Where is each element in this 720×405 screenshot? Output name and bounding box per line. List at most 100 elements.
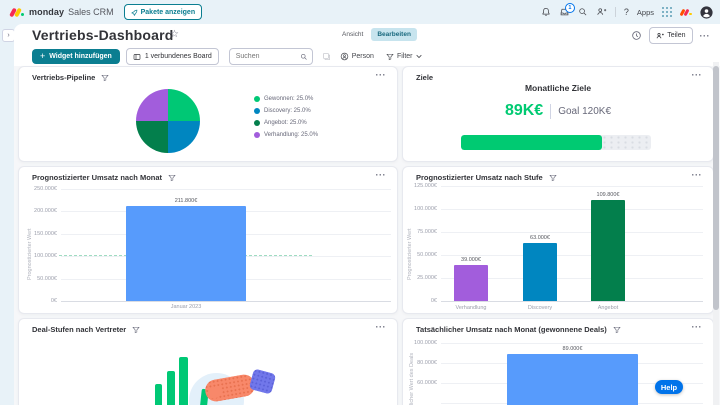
widget-funnel-icon[interactable] (132, 326, 140, 334)
illustration-bar (179, 357, 188, 405)
top-bar: monday Sales CRM Pakete anzeigen 1 ? App… (0, 0, 720, 24)
product-switcher-icon[interactable] (662, 6, 673, 18)
monday-mark-icon (679, 8, 692, 17)
share-person-icon (656, 32, 664, 38)
widget-funnel-icon[interactable] (101, 74, 109, 82)
filter-label: Filter (396, 53, 413, 60)
widget-deal-stages-title: Deal-Stufen nach Vertreter (32, 325, 127, 334)
widget-funnel-icon[interactable] (613, 326, 621, 334)
pipeline-pie-chart (136, 89, 200, 153)
y-tick: 25.000€ (417, 275, 437, 281)
invite-members-icon[interactable] (596, 7, 607, 17)
widget-deal-stages: Deal-Stufen nach Vertreter ··· (18, 318, 398, 405)
bar-value-label: 211.800€ (174, 198, 198, 204)
widget-goals-title: Ziele (416, 73, 434, 82)
widget-funnel-icon[interactable] (168, 174, 176, 182)
connected-board-button[interactable]: 1 verbundenes Board (125, 48, 219, 65)
y-tick: 200.000€ (34, 208, 57, 214)
view-mode-tabs: Ansicht Bearbeiten (336, 28, 417, 41)
widget-goals-menu[interactable]: ··· (692, 70, 703, 80)
tab-bearbeiten[interactable]: Bearbeiten (371, 28, 417, 41)
user-avatar[interactable] (700, 5, 713, 19)
header-more-menu[interactable]: ··· (700, 31, 711, 41)
person-icon (340, 52, 348, 61)
dashboard-toolbar: + Widget hinzufügen 1 verbundenes Board … (32, 48, 425, 65)
widget-actual-month-menu[interactable]: ··· (692, 322, 703, 332)
goal-target-value: Goal 120K€ (558, 105, 612, 117)
share-button-label: Teilen (667, 32, 686, 39)
tab-ansicht[interactable]: Ansicht (336, 28, 369, 41)
goal-separator (550, 103, 552, 119)
widget-forecast-month: Prognostizierter Umsatz nach Monat ··· P… (18, 166, 398, 314)
widget-funnel-icon[interactable] (549, 174, 557, 182)
apps-menu[interactable]: Apps (637, 8, 654, 17)
x-axis-label: Januar 2023 (170, 304, 202, 310)
y-tick: 125.000€ (414, 183, 437, 189)
y-tick: 100.000€ (34, 253, 57, 259)
y-tick: 60.000€ (417, 380, 437, 386)
y-tick: 100.000€ (414, 206, 437, 212)
plus-icon: + (40, 51, 46, 61)
goal-current-value: 89K€ (504, 102, 544, 119)
rocket-icon (130, 9, 137, 16)
header-actions: Teilen ··· (631, 27, 710, 44)
add-widget-label: Widget hinzufügen (49, 53, 112, 60)
bar-discovery (523, 243, 557, 301)
y-tick: 100.000€ (414, 340, 437, 346)
legend-item: Verhandlung: 25.0% (254, 132, 318, 138)
bar-angebot (591, 200, 625, 301)
y-axis-label: Prognostizierter Wert (407, 228, 413, 280)
legend-item: Discovery: 25.0% (254, 108, 318, 114)
illustration-bar (167, 371, 175, 405)
add-widget-button[interactable]: + Widget hinzufügen (32, 49, 120, 64)
activity-clock-icon[interactable] (631, 30, 642, 41)
connected-board-label: 1 verbundenes Board (144, 53, 212, 60)
widget-forecast-stage-menu[interactable]: ··· (692, 170, 703, 180)
bar-verhandlung (454, 265, 488, 301)
bar-value-label: 39.000€ (461, 257, 481, 263)
favorite-star-icon[interactable]: ☆ (170, 29, 179, 40)
goal-progress-fill (461, 135, 602, 150)
y-tick: 80.000€ (417, 360, 437, 366)
y-tick: 0€ (430, 298, 437, 304)
person-filter-label: Person (351, 53, 374, 60)
topbar-divider (614, 7, 616, 17)
search-input[interactable] (233, 52, 300, 61)
x-axis-label: Verhandlung (455, 305, 487, 311)
inbox-badge: 1 (564, 3, 575, 13)
inbox-icon[interactable]: 1 (559, 3, 575, 17)
y-tick: 75.000€ (417, 229, 437, 235)
funnel-icon (386, 53, 394, 60)
share-button[interactable]: Teilen (649, 27, 693, 44)
y-tick: 150.000€ (34, 231, 57, 237)
person-filter-button[interactable]: Person (337, 52, 377, 61)
help-button[interactable]: Help (655, 380, 683, 394)
y-tick: 50.000€ (37, 276, 57, 282)
scrollbar-thumb[interactable] (713, 66, 719, 310)
widget-pipeline-menu[interactable]: ··· (376, 70, 387, 80)
widget-forecast-stage-title: Prognostizierter Umsatz nach Stufe (416, 173, 543, 182)
bar-value-label: 89.000€ (562, 346, 583, 352)
filter-button[interactable]: Filter (383, 53, 425, 61)
y-axis-label: Prognostizierter Wert (27, 228, 33, 280)
packages-button[interactable]: Pakete anzeigen (123, 4, 203, 20)
search-icon[interactable] (578, 7, 588, 17)
notifications-bell-icon[interactable] (541, 7, 551, 17)
bar-januar-2023 (126, 206, 246, 301)
help-icon[interactable]: ? (624, 7, 629, 17)
page-title: Vertriebs-Dashboard (32, 27, 174, 43)
bar-value-label: 109.800€ (596, 192, 620, 198)
widget-deal-stages-menu[interactable]: ··· (376, 322, 387, 332)
widget-pipeline: Vertriebs-Pipeline ··· Gewonnen: 25.0% D… (18, 66, 398, 162)
goal-values: 89K€ Goal 120K€ (403, 99, 713, 123)
app-window: monday Sales CRM Pakete anzeigen 1 ? App… (0, 0, 720, 405)
x-axis-label: Discovery (527, 305, 553, 311)
legend-item: Angebot: 25.0% (254, 120, 318, 126)
widget-forecast-month-menu[interactable]: ··· (376, 170, 387, 180)
goal-progress-bar (461, 135, 651, 150)
monday-logo-icon[interactable] (9, 7, 24, 18)
illustration-bar (155, 384, 162, 405)
board-icon (133, 53, 141, 60)
bar-actual-revenue (507, 354, 638, 405)
widget-actual-month-title: Tatsächlicher Umsatz nach Monat (gewonne… (416, 325, 607, 334)
